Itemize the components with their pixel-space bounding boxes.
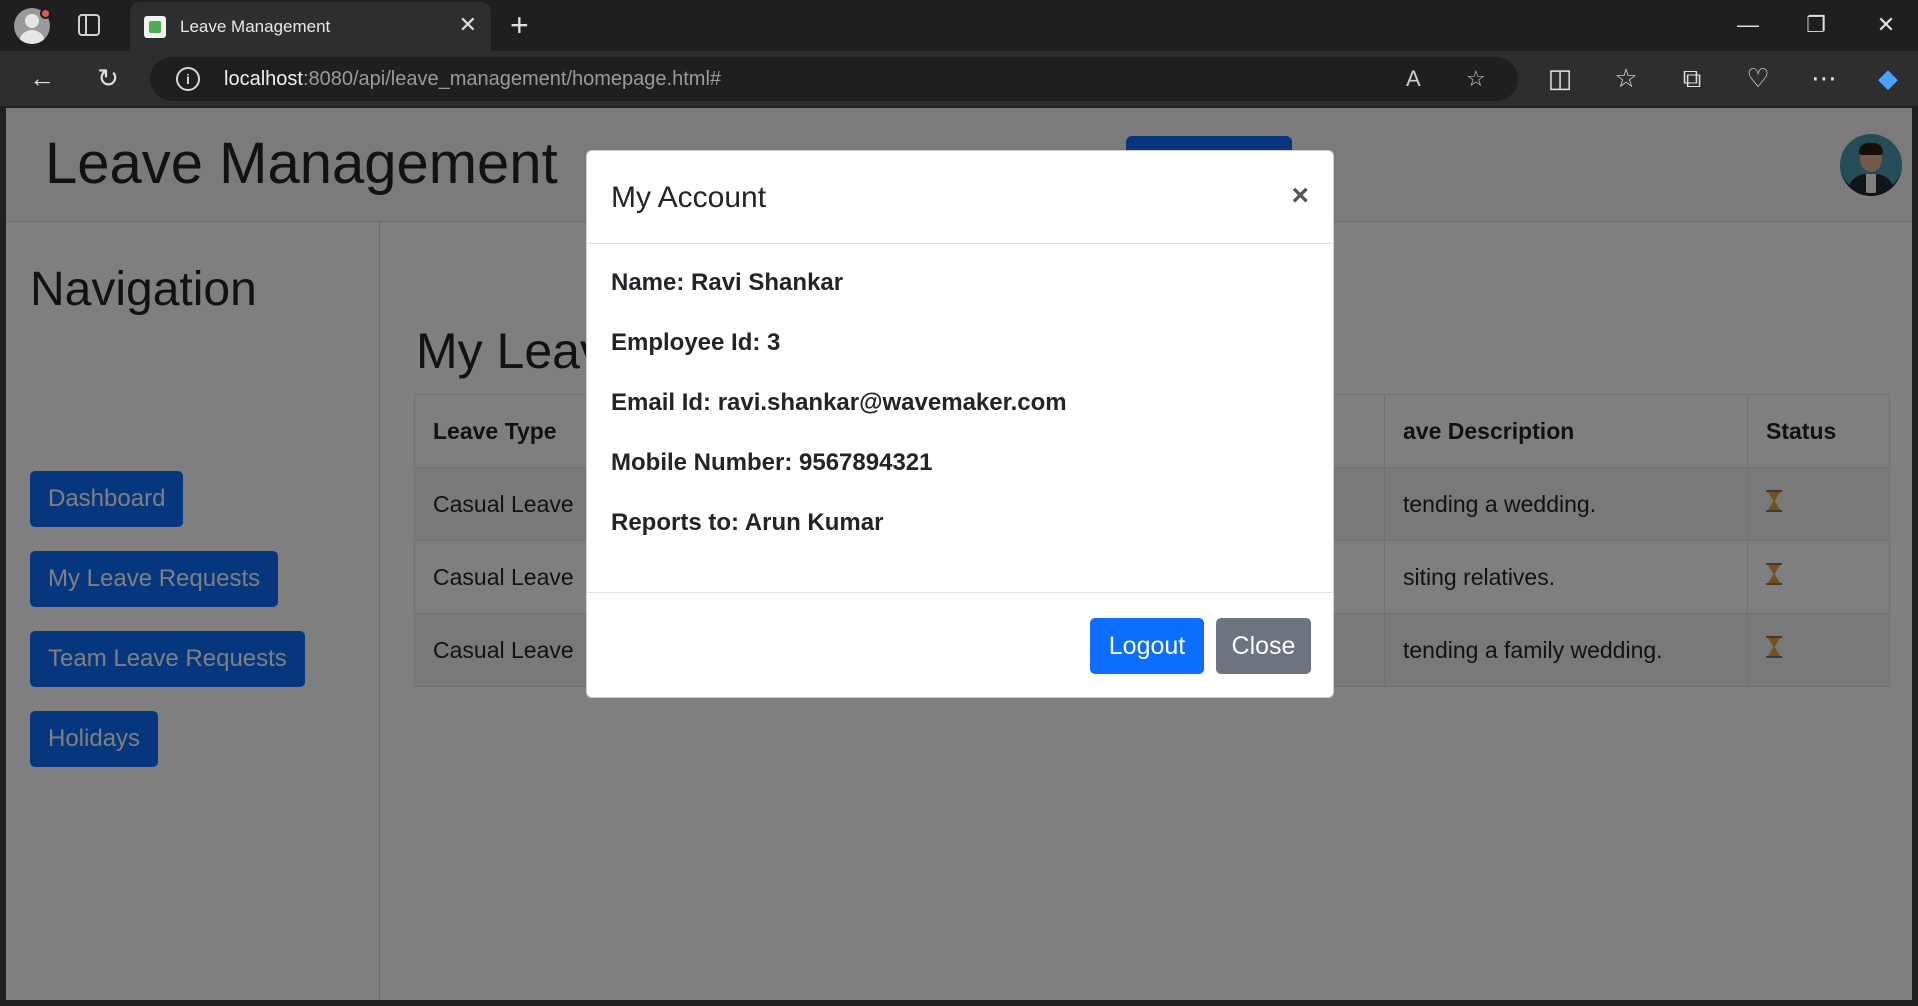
copilot-icon[interactable]: ◆ bbox=[1868, 51, 1908, 106]
favorite-star-icon[interactable]: ☆ bbox=[1466, 57, 1486, 101]
close-button[interactable]: Close bbox=[1216, 618, 1311, 674]
browser-tabstrip: Leave Management ✕ + — ❐ ✕ bbox=[0, 0, 1918, 51]
new-tab-icon[interactable]: + bbox=[510, 7, 529, 43]
tab-title: Leave Management bbox=[180, 17, 331, 36]
reload-icon[interactable]: ↻ bbox=[88, 51, 128, 106]
modal-title: My Account bbox=[611, 181, 767, 214]
collections-icon[interactable]: ⧉ bbox=[1672, 51, 1712, 106]
url-text[interactable]: localhost:8080/api/leave_management/home… bbox=[224, 68, 721, 91]
favorites-icon[interactable]: ☆ bbox=[1606, 51, 1646, 106]
minimize-icon[interactable]: — bbox=[1728, 8, 1768, 42]
detail-email: Email Id: ravi.shankar@wavemaker.com bbox=[611, 389, 1067, 416]
restore-icon[interactable]: ❐ bbox=[1796, 8, 1836, 42]
browser-toolbar: ← ↻ i localhost:8080/api/leave_managemen… bbox=[0, 51, 1918, 106]
tab-close-icon[interactable]: ✕ bbox=[459, 13, 477, 37]
browser-essentials-icon[interactable]: ♡ bbox=[1738, 51, 1778, 106]
my-account-modal: My Account × Name: Ravi Shankar Employee… bbox=[586, 150, 1334, 698]
modal-footer: Logout Close bbox=[587, 592, 1333, 699]
page-viewport: Leave Management Navigation Dashboard My… bbox=[6, 108, 1912, 1000]
modal-body: Name: Ravi Shankar Employee Id: 3 Email … bbox=[587, 244, 1333, 592]
modal-header: My Account × bbox=[587, 151, 1333, 244]
more-menu-icon[interactable]: ⋯ bbox=[1804, 51, 1844, 106]
detail-name: Name: Ravi Shankar bbox=[611, 269, 844, 296]
notification-dot bbox=[40, 8, 51, 19]
window-close-icon[interactable]: ✕ bbox=[1866, 8, 1906, 42]
close-icon[interactable]: × bbox=[1291, 181, 1309, 211]
address-bar[interactable]: i localhost:8080/api/leave_management/ho… bbox=[150, 57, 1518, 101]
site-favicon-icon bbox=[144, 16, 166, 38]
detail-mobile: Mobile Number: 9567894321 bbox=[611, 449, 933, 476]
detail-reports-to: Reports to: Arun Kumar bbox=[611, 509, 884, 536]
tab-actions-icon[interactable] bbox=[78, 14, 100, 36]
read-aloud-icon[interactable]: A bbox=[1406, 57, 1421, 101]
browser-tab[interactable]: Leave Management ✕ bbox=[130, 2, 491, 51]
split-screen-icon[interactable]: ◫ bbox=[1540, 51, 1580, 106]
back-icon[interactable]: ← bbox=[22, 51, 62, 106]
detail-employee-id: Employee Id: 3 bbox=[611, 329, 781, 356]
info-icon[interactable]: i bbox=[176, 67, 200, 91]
logout-button[interactable]: Logout bbox=[1090, 618, 1204, 674]
